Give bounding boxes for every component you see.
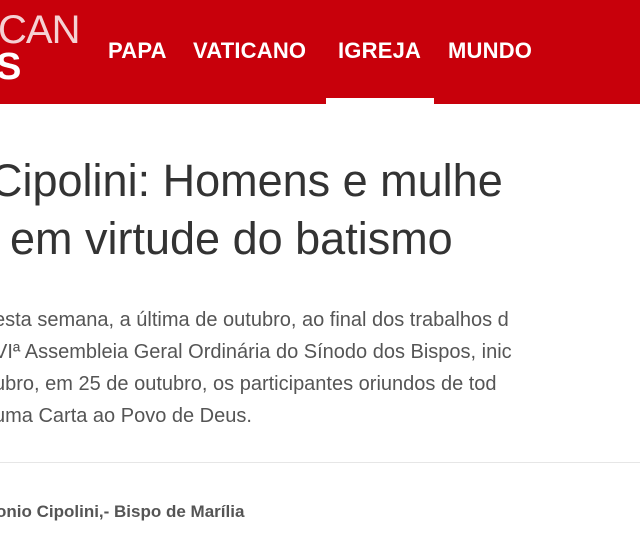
nav-item-papa[interactable]: PAPA: [108, 38, 167, 64]
headline-line-2: em virtude do batismo: [10, 213, 453, 264]
logo-top-text: CAN: [0, 8, 80, 52]
article-headline: Cipolini: Homens e mulhe em virtude do b…: [0, 152, 503, 268]
article-author: onio Cipolini,- Bispo de Marília: [0, 502, 245, 521]
lead-line-2: VIª Assembleia Geral Ordinária do Sínodo…: [0, 341, 512, 363]
divider: [0, 462, 640, 463]
active-tab-indicator: [326, 98, 434, 104]
site-header: CAN S PAPA VATICANO IGREJA MUNDO: [0, 0, 640, 104]
headline-line-1: Cipolini: Homens e mulhe: [0, 155, 503, 206]
nav-item-igreja[interactable]: IGREJA: [338, 38, 421, 64]
lead-line-3: ubro, em 25 de outubro, os participantes…: [0, 373, 497, 395]
lead-line-1: esta semana, a última de outubro, ao fin…: [0, 309, 509, 331]
lead-line-4: uma Carta ao Povo de Deus.: [0, 405, 252, 427]
nav-item-mundo[interactable]: MUNDO: [448, 38, 532, 64]
nav-item-vaticano[interactable]: VATICANO: [193, 38, 306, 64]
logo-bottom-text: S: [0, 46, 22, 88]
article-lead: esta semana, a última de outubro, ao fin…: [0, 304, 512, 432]
